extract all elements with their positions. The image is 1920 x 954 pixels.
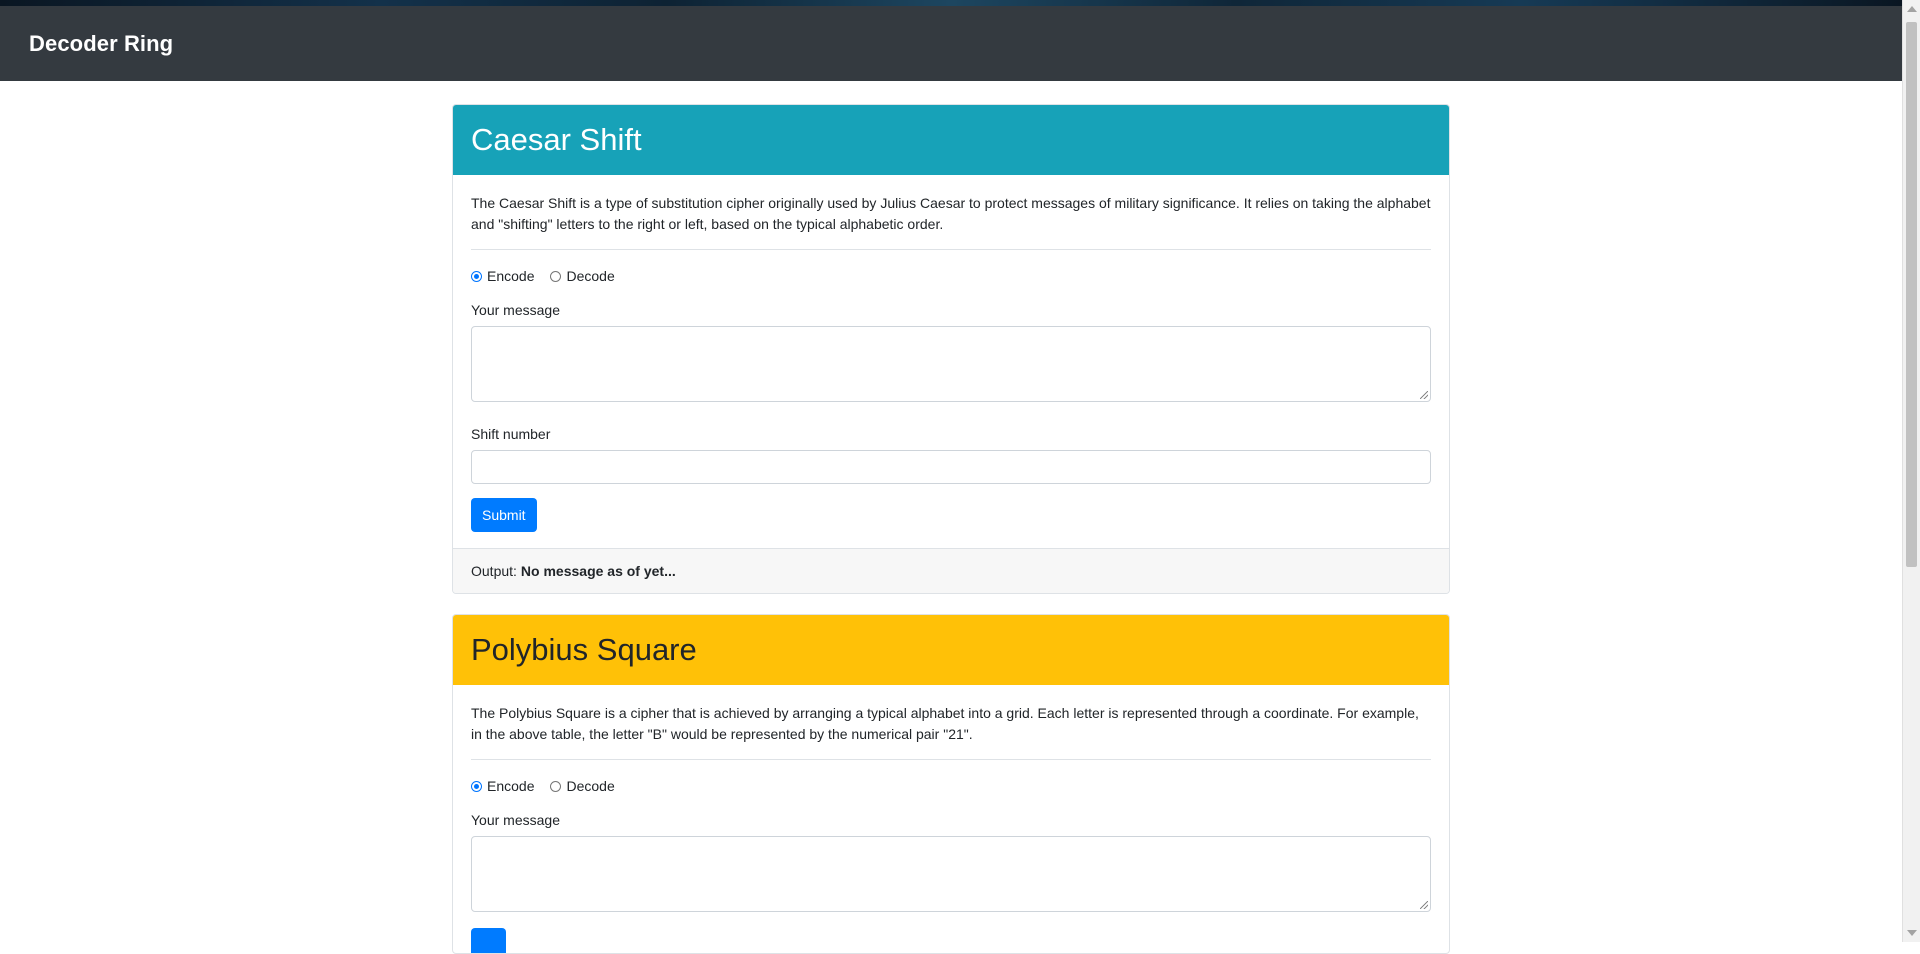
caesar-card-header: Caesar Shift <box>453 105 1449 175</box>
caesar-mode-radio-group: Encode Decode <box>471 266 1431 286</box>
navbar: Decoder Ring <box>0 6 1902 81</box>
polybius-card-header: Polybius Square <box>453 615 1449 685</box>
caesar-encode-label[interactable]: Encode <box>487 268 534 284</box>
polybius-description: The Polybius Square is a cipher that is … <box>471 705 1419 742</box>
caesar-title: Caesar Shift <box>471 122 642 157</box>
polybius-card-body: The Polybius Square is a cipher that is … <box>453 685 1449 953</box>
polybius-decode-radio[interactable] <box>550 780 562 792</box>
caesar-shift-card: Caesar Shift The Caesar Shift is a type … <box>452 104 1450 594</box>
divider <box>471 759 1431 760</box>
caesar-shift-input[interactable] <box>471 450 1431 484</box>
caesar-decode-radio[interactable] <box>550 270 562 282</box>
scroll-down-icon[interactable] <box>1907 930 1917 936</box>
scrollbar-thumb[interactable] <box>1906 22 1917 567</box>
polybius-message-textarea[interactable] <box>471 836 1431 912</box>
caesar-message-label: Your message <box>471 302 560 318</box>
polybius-mode-radio-group: Encode Decode <box>471 776 1431 796</box>
polybius-title: Polybius Square <box>471 632 697 667</box>
polybius-square-card: Polybius Square The Polybius Square is a… <box>452 614 1450 954</box>
caesar-decode-label[interactable]: Decode <box>566 268 614 284</box>
page-scrollbar[interactable] <box>1902 0 1920 942</box>
caesar-card-body: The Caesar Shift is a type of substituti… <box>453 175 1449 532</box>
caesar-output-label: Output: <box>471 563 517 579</box>
polybius-decode-label[interactable]: Decode <box>566 778 614 794</box>
polybius-message-label: Your message <box>471 812 560 828</box>
caesar-message-textarea[interactable] <box>471 326 1431 402</box>
polybius-encode-radio[interactable] <box>471 780 482 792</box>
polybius-submit-button[interactable] <box>471 928 506 953</box>
caesar-submit-button[interactable]: Submit <box>471 498 537 532</box>
caesar-output-value: No message as of yet... <box>520 563 676 579</box>
caesar-description: The Caesar Shift is a type of substituti… <box>471 195 1431 232</box>
scroll-up-icon[interactable] <box>1907 6 1917 12</box>
caesar-shift-label: Shift number <box>471 426 551 442</box>
polybius-encode-label[interactable]: Encode <box>487 778 534 794</box>
caesar-output-footer: Output: No message as of yet... <box>453 548 1449 593</box>
caesar-encode-radio[interactable] <box>471 270 482 282</box>
divider <box>471 249 1431 250</box>
navbar-brand[interactable]: Decoder Ring <box>29 31 173 57</box>
